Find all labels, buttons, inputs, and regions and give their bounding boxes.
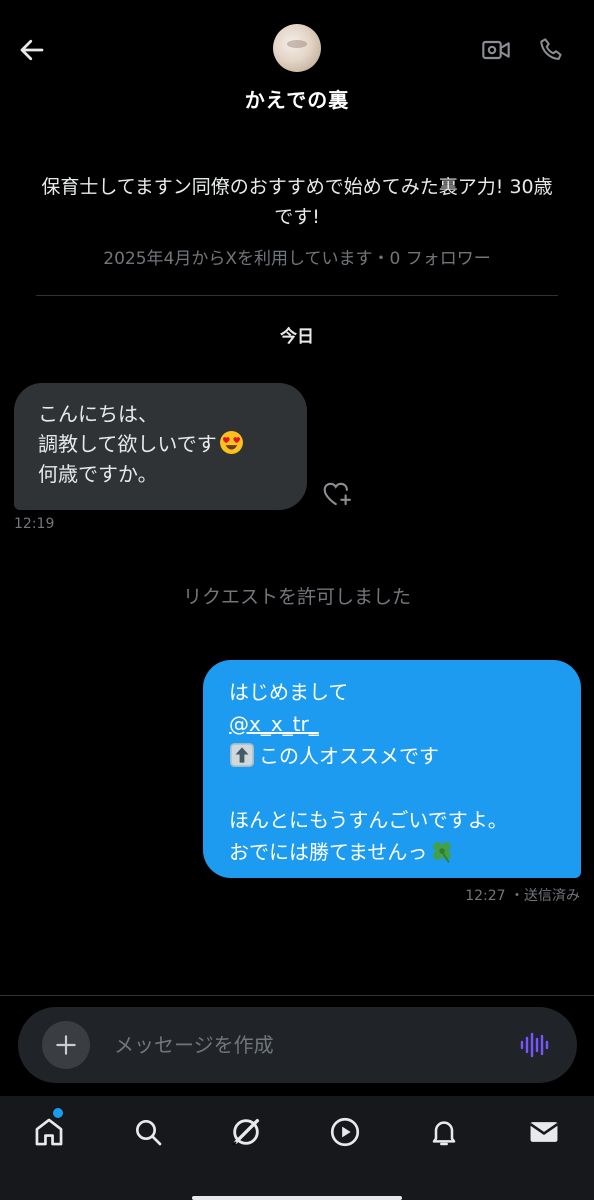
received-message-time: 12:19: [14, 516, 55, 532]
nav-notifications[interactable]: [420, 1108, 468, 1156]
message-text-line: こんにちは、: [38, 402, 158, 426]
plus-icon: [56, 1035, 76, 1055]
message-text-line: はじめまして: [229, 680, 349, 704]
mention-link[interactable]: @x_x_tr_: [229, 708, 555, 740]
audio-waveform-icon: [520, 1032, 549, 1058]
bell-icon: [432, 1121, 456, 1146]
message-input[interactable]: [114, 1025, 494, 1065]
four-leaf-clover-emoji-icon: [433, 842, 452, 863]
grok-icon: [232, 1118, 260, 1146]
message-text-line: おでには勝てませんっ: [229, 836, 555, 868]
nav-messages[interactable]: [520, 1108, 568, 1156]
play-circle-icon: [330, 1117, 360, 1147]
add-media-button[interactable]: [42, 1021, 90, 1069]
video-camera-icon: [482, 40, 510, 60]
conversation-title[interactable]: かえでの裏: [0, 84, 594, 113]
nav-grok[interactable]: [222, 1108, 270, 1156]
sent-message-bubble[interactable]: はじめまして @x_x_tr_ この人オススメです ほんとにもうすんごいですよ。…: [203, 660, 581, 878]
avatar[interactable]: [273, 24, 321, 72]
message-text-line: この人オススメです: [229, 740, 555, 772]
up-arrow-emoji-icon: [230, 743, 254, 767]
add-reaction-button[interactable]: [320, 478, 354, 508]
message-text-line: 何歳ですか。: [38, 462, 158, 486]
composer-divider: [0, 995, 594, 996]
heart-eyes-emoji-icon: [219, 431, 243, 454]
received-message-bubble[interactable]: こんにちは、 調教して欲しいです 何歳ですか。: [14, 383, 307, 510]
conversation-header: かえでの裏: [0, 0, 594, 124]
nav-home[interactable]: [25, 1108, 73, 1156]
voice-call-button[interactable]: [532, 30, 572, 70]
message-text-line: ほんとにもうすんごいですよ。: [229, 808, 508, 832]
home-icon: [35, 1118, 63, 1146]
bottom-navigation: [0, 1096, 594, 1200]
video-call-button[interactable]: [476, 30, 516, 70]
message-text-line: 調教して欲しいです: [38, 432, 217, 456]
phone-icon: [540, 38, 562, 60]
sent-status: ・送信済み: [510, 888, 580, 904]
message-composer: [18, 1007, 577, 1083]
profile-bio: 保育士してますン同僚のおすすめで始めてみた裏ア力! 30歳です!: [41, 176, 553, 228]
voice-message-button[interactable]: [514, 1027, 554, 1063]
arrow-left-icon: [20, 39, 44, 61]
envelope-icon: [529, 1122, 559, 1142]
nav-search[interactable]: [124, 1108, 172, 1156]
home-indicator: [192, 1196, 402, 1200]
sent-message-meta: 12:27 ・送信済み: [465, 885, 580, 905]
system-message: リクエストを許可しました: [182, 586, 411, 608]
back-button[interactable]: [12, 30, 52, 70]
heart-plus-icon: [323, 482, 351, 506]
notification-dot: [53, 1108, 63, 1118]
day-separator: 今日: [280, 327, 314, 347]
nav-videos[interactable]: [321, 1108, 369, 1156]
profile-meta: 2025年4月からXを利用しています・0 フォロワー: [103, 249, 491, 269]
search-icon: [136, 1120, 162, 1146]
divider: [36, 295, 558, 296]
sent-message-time: 12:27: [465, 888, 506, 904]
